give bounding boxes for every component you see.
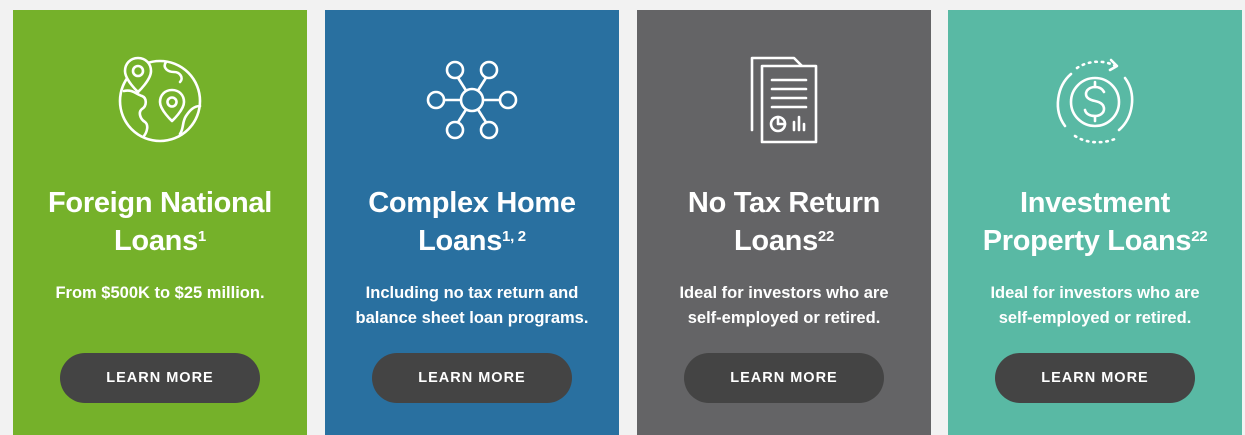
card-description: Including no tax return and balance shee… — [325, 281, 619, 331]
footnote-marker: 1, 2 — [502, 228, 526, 246]
card-description-line2: self-employed or retired. — [998, 309, 1192, 327]
card-description: From $500K to $25 million. — [13, 281, 307, 306]
card-title-line2: Loans — [114, 225, 198, 257]
card-description-line1: Ideal for investors who are — [990, 284, 1200, 302]
card-description-line1: Ideal for investors who are — [679, 284, 889, 302]
card-description-line2: self-employed or retired. — [687, 309, 881, 327]
footnote-marker: 22 — [1191, 228, 1208, 246]
dollar-cycle-icon — [1049, 54, 1141, 146]
network-nodes-icon — [426, 54, 518, 146]
card-title: Complex Home Loans1, 2 — [325, 184, 619, 260]
learn-more-button[interactable]: LEARN MORE — [995, 353, 1195, 403]
card-no-tax-return: No Tax Return Loans22 Ideal for investor… — [637, 10, 931, 435]
card-foreign-national: Foreign National Loans1 From $500K to $2… — [13, 10, 307, 435]
documents-report-icon — [738, 54, 830, 146]
card-title-line1: Foreign National — [48, 187, 272, 219]
card-title-line2: Property Loans — [982, 225, 1192, 257]
card-description-line1: Including no tax return and — [365, 284, 579, 302]
footnote-marker: 22 — [817, 228, 834, 246]
card-title-line2: Loans — [418, 225, 503, 257]
card-title: Investment Property Loans22 — [948, 184, 1242, 260]
card-description: Ideal for investors who are self-employe… — [948, 281, 1242, 331]
learn-more-button[interactable]: LEARN MORE — [60, 353, 260, 403]
card-title-line1: No Tax Return — [687, 187, 881, 219]
card-description-line2: balance sheet loan programs. — [355, 309, 589, 327]
card-investment-property: Investment Property Loans22 Ideal for in… — [948, 10, 1242, 435]
loan-cards-row: Foreign National Loans1 From $500K to $2… — [0, 0, 1245, 435]
card-complex-home: Complex Home Loans1, 2 Including no tax … — [325, 10, 619, 435]
learn-more-button[interactable]: LEARN MORE — [684, 353, 884, 403]
learn-more-button[interactable]: LEARN MORE — [372, 353, 572, 403]
card-description: Ideal for investors who are self-employe… — [637, 281, 931, 331]
card-title-line2: Loans — [734, 225, 818, 257]
footnote-marker: 1 — [197, 228, 206, 246]
card-title: Foreign National Loans1 — [13, 184, 307, 260]
card-title: No Tax Return Loans22 — [637, 184, 931, 260]
card-description-line1: From $500K to $25 million. — [55, 284, 265, 302]
card-title-line1: Complex Home — [368, 187, 576, 219]
card-title-line1: Investment — [1019, 187, 1171, 219]
globe-location-pins-icon — [114, 54, 206, 146]
